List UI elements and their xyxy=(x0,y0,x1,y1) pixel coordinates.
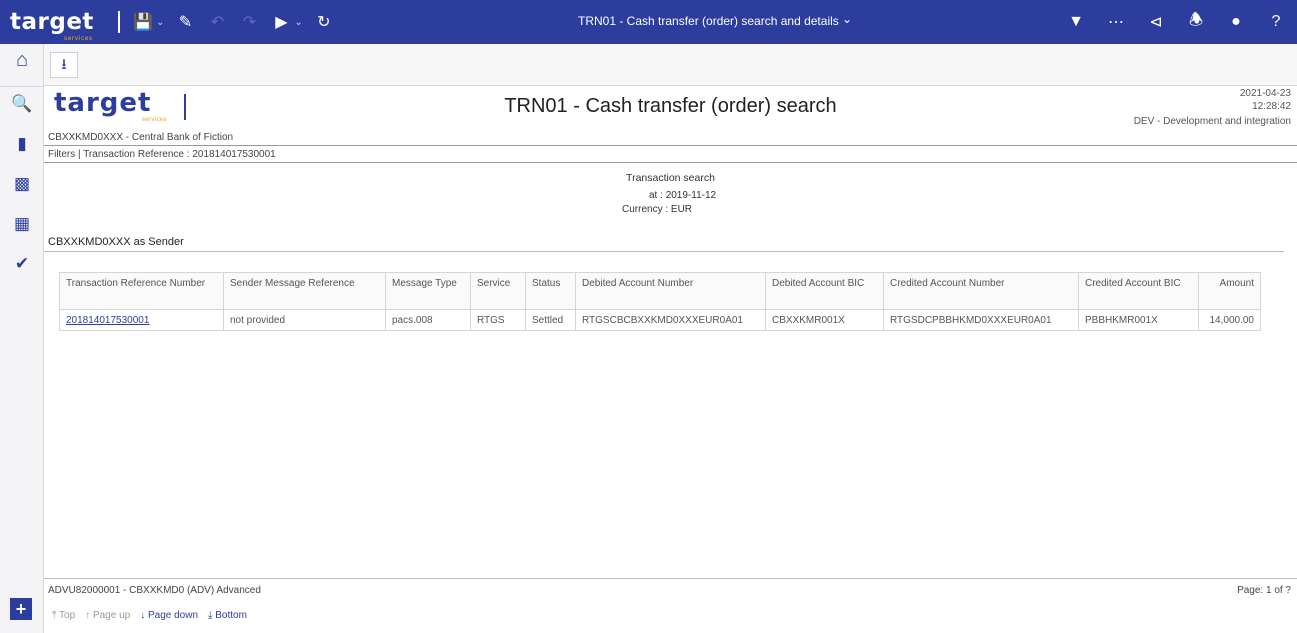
search-title: Transaction search xyxy=(626,172,715,184)
search-at-label: at : xyxy=(649,190,663,201)
arrow-down-icon: ↓ xyxy=(140,610,146,621)
left-nav: ⌂ 🔍 ▮ ▩ ▦ ✔ + xyxy=(0,44,44,633)
sender-ref-cell: not provided xyxy=(223,309,386,331)
filter-icon[interactable]: ▼ xyxy=(1063,9,1089,35)
arrow-top-icon: ⤒ xyxy=(52,610,57,621)
top-bar: target services 💾 ⌄ ✎ ↶ ↷ ▶ ⌄ ↻ TRN01 - … xyxy=(0,0,1297,44)
msg-type-cell: pacs.008 xyxy=(385,309,471,331)
more-icon[interactable]: ⋯ xyxy=(1103,9,1129,35)
pager-page-up-label: Page up xyxy=(92,610,131,621)
title-chevron-down-icon[interactable]: ⌄ xyxy=(842,12,852,26)
search-icon[interactable]: 🔍 xyxy=(10,92,34,116)
report-time: 12:28:42 xyxy=(1252,101,1291,112)
pager-page-down-label: Page down xyxy=(147,610,199,621)
divider xyxy=(44,145,1297,146)
brand-subtitle: services xyxy=(64,35,93,42)
brand-name: target xyxy=(10,9,94,35)
debited-acct-cell: RTGSCBCBXXKMD0XXXEUR0A01 xyxy=(575,309,766,331)
table-header-row: Transaction Reference Number Sender Mess… xyxy=(59,272,1261,310)
environment-label: DEV - Development and integration xyxy=(1133,116,1291,127)
sub-toolbar: ⭳ xyxy=(44,44,1297,86)
export-button[interactable]: ⭳ xyxy=(50,52,78,78)
divider xyxy=(44,162,1297,163)
play-icon[interactable]: ▶ xyxy=(268,9,294,35)
search-currency: Currency : EUR xyxy=(622,204,692,215)
search-at-value: 2019-11-12 xyxy=(665,190,717,201)
folder-icon[interactable]: ▩ xyxy=(10,172,34,196)
play-menu-caret-icon[interactable]: ⌄ xyxy=(294,17,302,28)
bell-icon[interactable]: 🕭 xyxy=(1183,9,1209,35)
check-circle-icon[interactable]: ✔ xyxy=(10,252,34,276)
pager-bottom[interactable]: ⤓ Bottom xyxy=(208,610,247,621)
left-nav-divider xyxy=(0,86,44,87)
report-date: 2021-04-23 xyxy=(1239,88,1291,99)
search-currency-value: EUR xyxy=(670,204,693,215)
folders-icon[interactable]: ▦ xyxy=(10,212,34,236)
pager: ⤒ Top ↑ Page up ↓ Page down ⤓ Bottom xyxy=(52,610,247,621)
page-indicator: Page: 1 of ? xyxy=(1237,585,1291,596)
pencil-icon[interactable]: ✎ xyxy=(172,9,198,35)
main-content: target services TRN01 - Cash transfer (o… xyxy=(44,86,1297,578)
credited-acct-cell: RTGSDCPBBHKMD0XXXEUR0A01 xyxy=(883,309,1079,331)
col-header-amount[interactable]: Amount xyxy=(1198,272,1261,310)
search-at: at : 2019-11-12 xyxy=(649,190,716,201)
user-icon[interactable]: ● xyxy=(1223,9,1249,35)
col-header-credited-bic[interactable]: Credited Account BIC xyxy=(1078,272,1199,310)
table-row[interactable]: 201814017530001 not provided pacs.008 RT… xyxy=(59,309,1261,331)
pager-page-down[interactable]: ↓ Page down xyxy=(140,610,198,621)
refresh-icon[interactable]: ↻ xyxy=(311,9,337,35)
window-title[interactable]: TRN01 - Cash transfer (order) search and… xyxy=(578,14,839,28)
col-header-debited-bic[interactable]: Debited Account BIC xyxy=(765,272,884,310)
col-header-trn[interactable]: Transaction Reference Number xyxy=(59,272,224,310)
upload-icon: ⭳ xyxy=(61,56,67,73)
share-icon[interactable]: ⊲ xyxy=(1143,9,1169,35)
arrow-up-icon: ↑ xyxy=(85,610,91,621)
filters-line: Filters | Transaction Reference : 201814… xyxy=(48,149,276,160)
page-title: TRN01 - Cash transfer (order) search xyxy=(504,95,837,117)
col-header-status[interactable]: Status xyxy=(525,272,576,310)
col-header-credited-acct[interactable]: Credited Account Number xyxy=(883,272,1079,310)
results-table: Transaction Reference Number Sender Mess… xyxy=(59,272,1261,331)
sender-heading: CBXXKMD0XXX as Sender xyxy=(48,236,184,248)
add-icon[interactable]: + xyxy=(10,598,32,620)
footer-user: ADVU82000001 - CBXXKMD0 (ADV) Advanced xyxy=(48,585,261,596)
arrow-bottom-icon: ⤓ xyxy=(208,610,213,621)
toolbar-right: ▼ ⋯ ⊲ 🕭 ● ? xyxy=(1063,0,1289,44)
bank-line: CBXXKMD0XXX - Central Bank of Fiction xyxy=(48,132,234,143)
brand-logo: target services xyxy=(0,9,118,42)
search-currency-label: Currency : xyxy=(622,204,669,215)
col-header-debited-acct[interactable]: Debited Account Number xyxy=(575,272,766,310)
status-cell: Settled xyxy=(525,309,576,331)
divider xyxy=(44,251,1284,252)
service-cell: RTGS xyxy=(470,309,526,331)
col-header-service[interactable]: Service xyxy=(470,272,526,310)
save-icon[interactable]: 💾 xyxy=(130,9,156,35)
redo-icon[interactable]: ↷ xyxy=(236,9,262,35)
pager-top[interactable]: ⤒ Top xyxy=(52,610,75,621)
document-icon[interactable]: ▮ xyxy=(10,132,34,156)
trn-link[interactable]: 201814017530001 xyxy=(59,309,224,331)
amount-cell: 14,000.00 xyxy=(1198,309,1261,331)
undo-icon[interactable]: ↶ xyxy=(204,9,230,35)
save-menu-caret-icon[interactable]: ⌄ xyxy=(156,17,164,28)
col-header-msg-type[interactable]: Message Type xyxy=(385,272,471,310)
col-header-sender-ref[interactable]: Sender Message Reference xyxy=(223,272,386,310)
pager-page-up[interactable]: ↑ Page up xyxy=(85,610,130,621)
debited-bic-cell: CBXXKMR001X xyxy=(765,309,884,331)
brand-separator xyxy=(118,11,120,33)
pager-top-label: Top xyxy=(59,610,76,621)
home-icon[interactable]: ⌂ xyxy=(10,48,34,72)
pager-bottom-label: Bottom xyxy=(215,610,247,621)
footer-divider xyxy=(44,578,1297,579)
credited-bic-cell: PBBHKMR001X xyxy=(1078,309,1199,331)
help-icon[interactable]: ? xyxy=(1263,9,1289,35)
